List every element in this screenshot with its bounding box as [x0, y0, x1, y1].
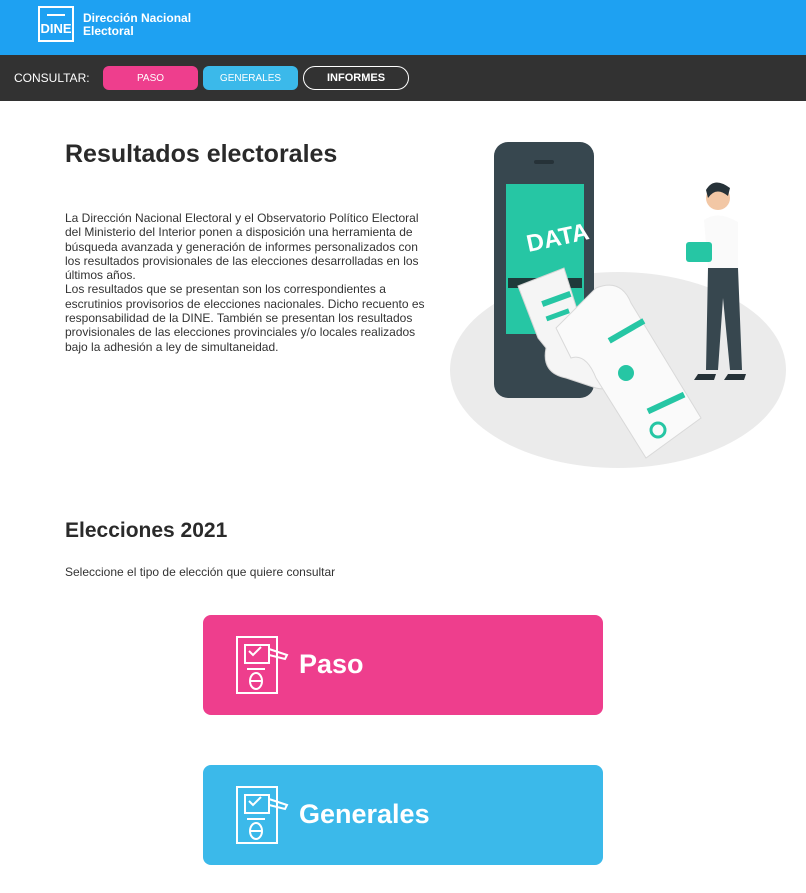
paso-label: Paso: [299, 649, 364, 679]
logo-bar: [47, 14, 65, 16]
intro-description: La Dirección Nacional Electoral y el Obs…: [65, 211, 435, 354]
org-name[interactable]: Dirección Nacional Electoral: [83, 12, 191, 38]
elections-title: Elecciones 2021: [65, 519, 228, 542]
intro-paragraph-2: Los resultados que se presentan son los …: [65, 282, 425, 354]
page-title: Resultados electorales: [65, 140, 338, 168]
nav-paso-button[interactable]: PASO: [103, 66, 198, 90]
consult-navbar: CONSULTAR: PASO GENERALES INFORMES: [0, 55, 806, 101]
data-report-illustration: DATA: [450, 142, 786, 468]
generales-election-button[interactable]: Generales: [203, 765, 603, 865]
ballot-box-icon: [236, 786, 289, 844]
logo-text: DINE: [40, 21, 72, 36]
elections-instruction: Seleccione el tipo de elección que quier…: [65, 565, 336, 579]
nav-generales-button[interactable]: GENERALES: [203, 66, 298, 90]
ballot-box-icon: [236, 636, 289, 694]
org-name-line2: Electoral: [83, 24, 134, 38]
top-header: DINE Dirección Nacional Electoral: [0, 0, 806, 55]
dine-logo[interactable]: DINE: [38, 6, 74, 42]
intro-paragraph-1: La Dirección Nacional Electoral y el Obs…: [65, 211, 419, 283]
paso-election-button[interactable]: Paso: [203, 615, 603, 715]
generales-label: Generales: [299, 799, 430, 829]
nav-informes-button[interactable]: INFORMES: [303, 66, 409, 90]
consult-label: CONSULTAR:: [14, 71, 90, 85]
